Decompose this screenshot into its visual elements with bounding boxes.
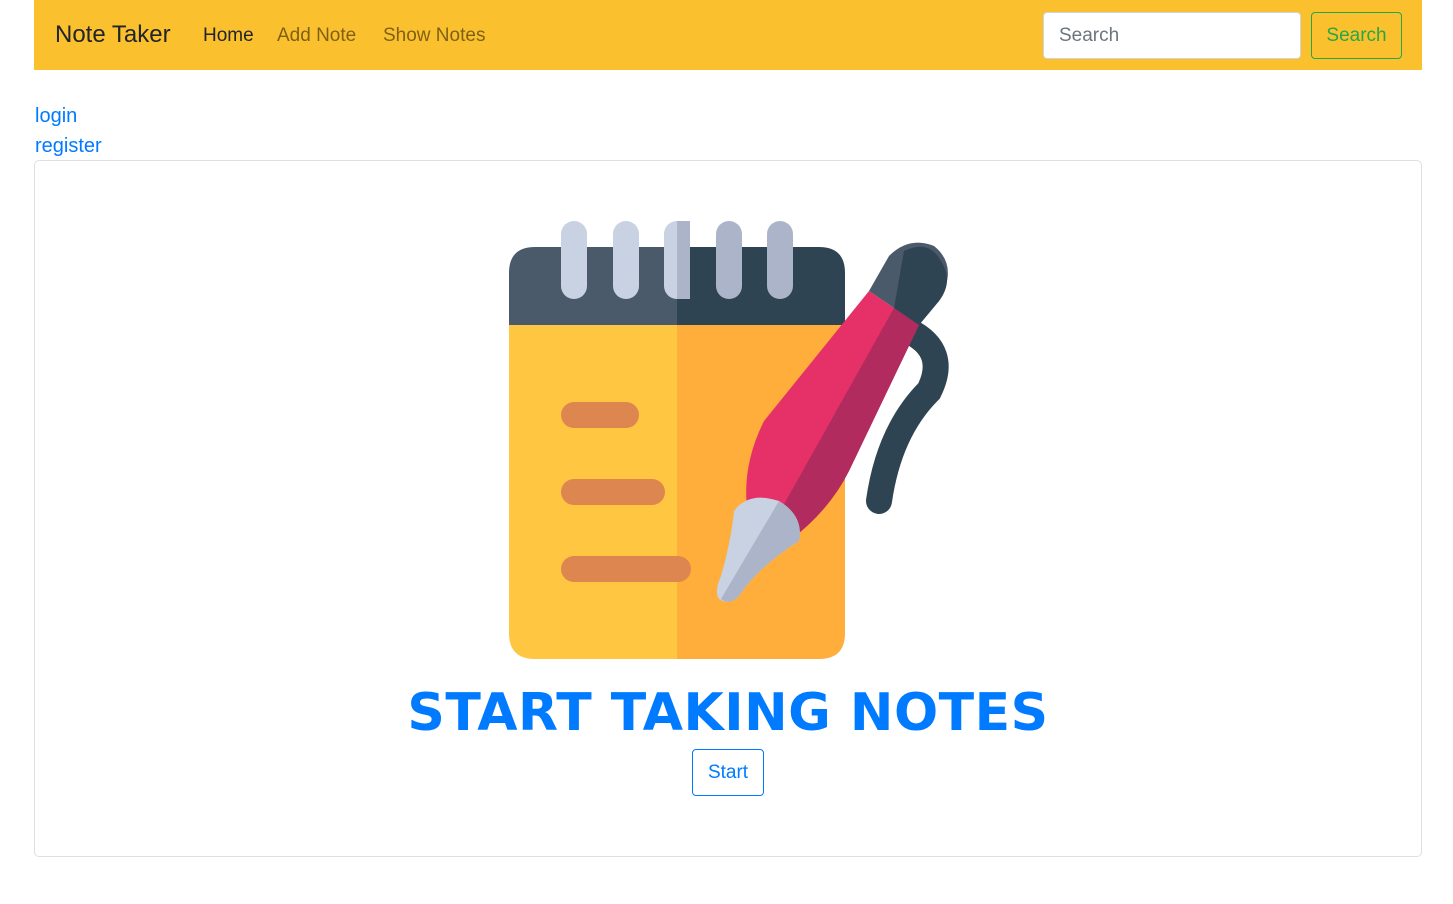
search-input[interactable] [1043,12,1301,59]
brand-link[interactable]: Note Taker [55,20,171,50]
top-navbar: Note Taker Home Add Note Show Notes Sear… [34,0,1422,70]
notepad-pen-icon [509,221,949,659]
hero-title: START TAKING NOTES [407,683,1049,743]
login-link[interactable]: login [35,104,77,128]
nav-home-link[interactable]: Home [203,24,254,48]
register-link[interactable]: register [35,134,102,158]
start-button[interactable]: Start [692,749,764,796]
hero-card: START TAKING NOTES Start [34,160,1422,857]
nav-add-note-link[interactable]: Add Note [277,24,356,48]
nav-show-notes-link[interactable]: Show Notes [383,24,485,48]
search-button[interactable]: Search [1311,12,1402,59]
